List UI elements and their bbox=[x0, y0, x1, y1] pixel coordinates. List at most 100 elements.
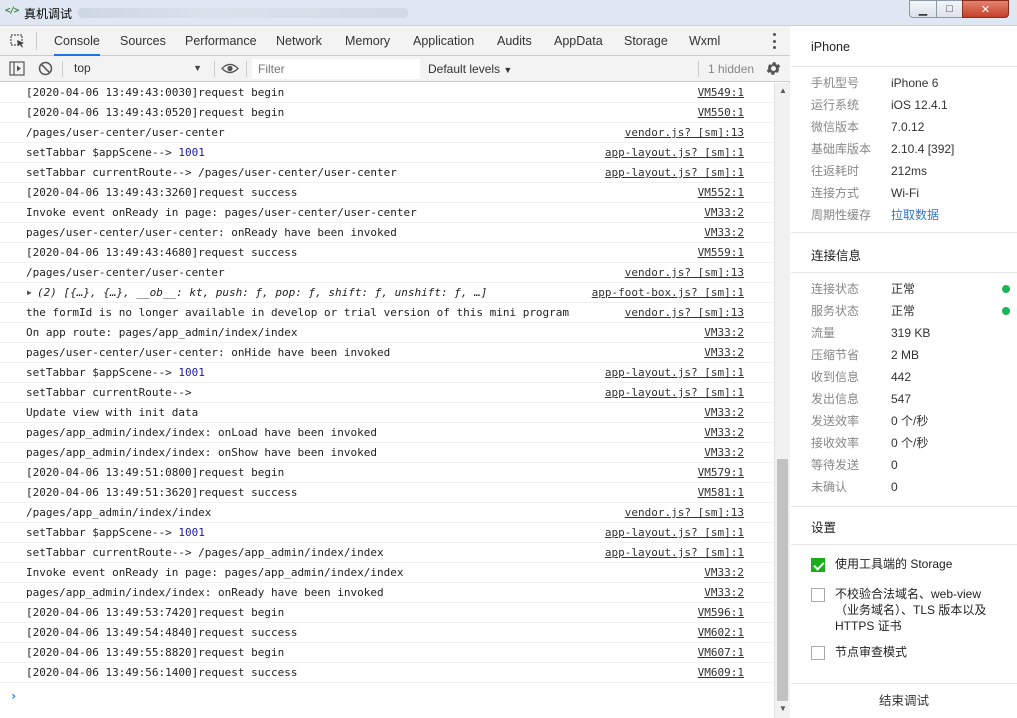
source-link[interactable]: app-foot-box.js? [sm]:1 bbox=[592, 283, 744, 302]
source-link[interactable]: VM579:1 bbox=[698, 463, 744, 482]
source-link[interactable]: vendor.js? [sm]:13 bbox=[625, 263, 744, 282]
context-select[interactable]: top ▼ bbox=[68, 58, 208, 79]
scrollbar-thumb[interactable] bbox=[777, 459, 788, 701]
log-text: /pages/user-center/user-center bbox=[26, 126, 225, 139]
code-brackets-icon: </> bbox=[5, 6, 19, 16]
source-link[interactable]: VM602:1 bbox=[698, 623, 744, 642]
console-prompt-icon[interactable]: › bbox=[10, 689, 17, 703]
gear-icon[interactable] bbox=[765, 60, 782, 77]
expand-arrow-icon[interactable]: ▶ bbox=[27, 283, 32, 302]
log-message: setTabbar currentRoute--> bbox=[26, 386, 192, 399]
log-row: [2020-04-06 13:49:43:3260]request succes… bbox=[0, 183, 774, 203]
source-link[interactable]: VM607:1 bbox=[698, 643, 744, 662]
source-link[interactable]: VM33:2 bbox=[704, 323, 744, 342]
log-message: Update view with init data bbox=[26, 406, 198, 419]
settings-checkbox[interactable] bbox=[811, 646, 825, 660]
scroll-up-icon[interactable]: ▲ bbox=[779, 86, 787, 95]
log-message: (2) [{…}, {…}, __ob__: kt, push: ƒ, pop:… bbox=[37, 286, 487, 299]
source-link[interactable]: VM33:2 bbox=[704, 343, 744, 362]
more-options-icon[interactable] bbox=[767, 33, 781, 49]
settings-label[interactable]: 使用工具端的 Storage bbox=[835, 556, 997, 572]
divider bbox=[791, 232, 1017, 233]
tab-application[interactable]: Application bbox=[413, 26, 474, 56]
tab-sources[interactable]: Sources bbox=[120, 26, 166, 56]
log-row: [2020-04-06 13:49:43:0030]request begin V… bbox=[0, 83, 774, 103]
settings-checkbox[interactable] bbox=[811, 588, 825, 602]
info-value: 0 个/秒 bbox=[891, 414, 929, 428]
source-link[interactable]: VM552:1 bbox=[698, 183, 744, 202]
scroll-down-icon[interactable]: ▼ bbox=[779, 704, 787, 713]
log-message: pages/user-center/user-center: onHide ha… bbox=[26, 346, 390, 359]
sidebar-toggle-icon[interactable] bbox=[9, 61, 25, 76]
tab-performance[interactable]: Performance bbox=[185, 26, 257, 56]
close-button[interactable]: ✕ bbox=[962, 0, 1009, 18]
settings-label[interactable]: 不校验合法域名、web-view（业务域名）、TLS 版本以及 HTTPS 证书 bbox=[835, 586, 997, 634]
tab-memory[interactable]: Memory bbox=[345, 26, 390, 56]
source-link[interactable]: app-layout.js? [sm]:1 bbox=[605, 383, 744, 402]
log-text: setTabbar $appScene--> bbox=[26, 146, 179, 159]
source-link[interactable]: app-layout.js? [sm]:1 bbox=[605, 543, 744, 562]
source-link[interactable]: VM33:2 bbox=[704, 203, 744, 222]
source-link[interactable]: app-layout.js? [sm]:1 bbox=[605, 523, 744, 542]
log-message: [2020-04-06 13:49:43:0520]request begin bbox=[26, 106, 284, 119]
log-message: setTabbar $appScene--> 1001 bbox=[26, 146, 205, 159]
tab-wxml[interactable]: Wxml bbox=[689, 26, 720, 56]
source-link[interactable]: app-layout.js? [sm]:1 bbox=[605, 163, 744, 182]
source-link[interactable]: app-layout.js? [sm]:1 bbox=[605, 143, 744, 162]
console-log: [2020-04-06 13:49:43:0030]request begin V… bbox=[0, 83, 774, 718]
eye-icon[interactable] bbox=[221, 62, 239, 75]
log-levels-dropdown[interactable]: Default levels ▼ bbox=[428, 56, 512, 82]
source-link[interactable]: VM596:1 bbox=[698, 603, 744, 622]
source-link[interactable]: VM581:1 bbox=[698, 483, 744, 502]
minimize-button[interactable]: ▁ bbox=[909, 0, 937, 18]
log-row: setTabbar currentRoute--> /pages/app_adm… bbox=[0, 543, 774, 563]
console-scrollbar[interactable]: ▲ ▼ bbox=[774, 83, 790, 718]
log-text: [2020-04-06 13:49:55:8820]request begin bbox=[26, 646, 285, 659]
info-value: 442 bbox=[891, 370, 912, 384]
end-debug-button[interactable]: 结束调试 bbox=[791, 683, 1017, 718]
source-link[interactable]: VM33:2 bbox=[704, 423, 744, 442]
settings-label[interactable]: 节点审查模式 bbox=[835, 644, 997, 660]
pull-data-link[interactable]: 拉取数据 bbox=[891, 205, 939, 225]
clear-console-icon[interactable] bbox=[38, 61, 53, 76]
log-text: Invoke event onReady in page: pages/user… bbox=[26, 206, 417, 219]
tab-network[interactable]: Network bbox=[276, 26, 322, 56]
source-link[interactable]: VM33:2 bbox=[704, 443, 744, 462]
dropdown-arrow-icon: ▼ bbox=[503, 65, 513, 75]
log-message: [2020-04-06 13:49:56:1400]request succes… bbox=[26, 666, 298, 679]
filter-input[interactable] bbox=[252, 59, 420, 79]
source-link[interactable]: VM33:2 bbox=[704, 583, 744, 602]
source-link[interactable]: vendor.js? [sm]:13 bbox=[625, 123, 744, 142]
tab-console[interactable]: Console bbox=[54, 26, 100, 56]
source-link[interactable]: VM33:2 bbox=[704, 563, 744, 582]
log-row: the formId is no longer available in dev… bbox=[0, 303, 774, 323]
log-text: setTabbar $appScene--> bbox=[26, 526, 179, 539]
source-link[interactable]: VM33:2 bbox=[704, 403, 744, 422]
log-text: pages/user-center/user-center: onReady h… bbox=[26, 226, 397, 239]
source-link[interactable]: VM609:1 bbox=[698, 663, 744, 682]
source-link[interactable]: VM33:2 bbox=[704, 223, 744, 242]
source-link[interactable]: app-layout.js? [sm]:1 bbox=[605, 363, 744, 382]
log-message: [2020-04-06 13:49:53:7420]request begin bbox=[26, 606, 284, 619]
source-link[interactable]: vendor.js? [sm]:13 bbox=[625, 503, 744, 522]
info-value: 2 MB bbox=[891, 348, 920, 362]
source-link[interactable]: VM559:1 bbox=[698, 243, 744, 262]
log-text: /pages/app_admin/index/index bbox=[26, 506, 212, 519]
inspect-element-icon[interactable] bbox=[10, 34, 26, 48]
source-link[interactable]: vendor.js? [sm]:13 bbox=[625, 303, 744, 322]
maximize-button[interactable]: □ bbox=[936, 0, 963, 18]
info-key: 收到信息 bbox=[811, 370, 860, 384]
tab-appdata[interactable]: AppData bbox=[554, 26, 603, 56]
title-bar: </> 真机调试 ▁ □ ✕ bbox=[0, 0, 1017, 26]
log-row: setTabbar $appScene--> 1001 app-layout.js… bbox=[0, 143, 774, 163]
divider bbox=[791, 66, 1017, 67]
settings-title: 设置 bbox=[811, 521, 837, 535]
tab-storage[interactable]: Storage bbox=[624, 26, 668, 56]
source-link[interactable]: VM550:1 bbox=[698, 103, 744, 122]
tab-audits[interactable]: Audits bbox=[497, 26, 532, 56]
log-row: [2020-04-06 13:49:55:8820]request begin V… bbox=[0, 643, 774, 663]
log-message: Invoke event onReady in page: pages/app_… bbox=[26, 566, 404, 579]
info-key: 手机型号 bbox=[811, 76, 860, 90]
settings-checkbox[interactable] bbox=[811, 558, 825, 572]
source-link[interactable]: VM549:1 bbox=[698, 83, 744, 102]
